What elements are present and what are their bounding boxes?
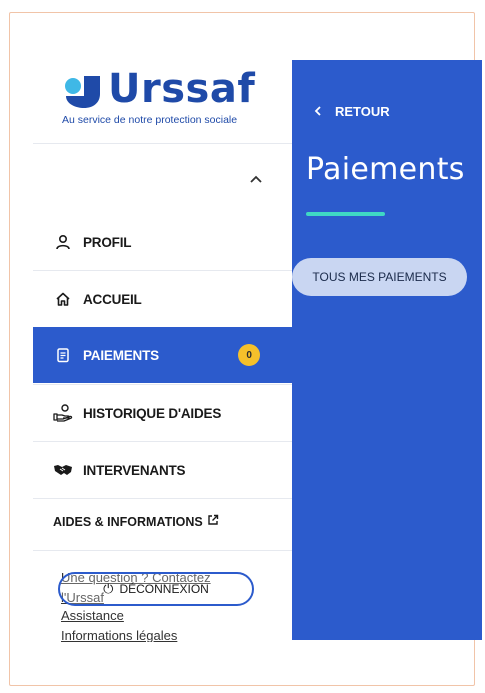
home-icon	[53, 289, 73, 309]
document-icon	[53, 345, 73, 365]
power-icon: ⏻	[103, 581, 114, 596]
logout-button[interactable]: ⏻ DÉCONNEXION	[58, 572, 254, 606]
sidebar-item-accueil[interactable]: ACCUEIL	[33, 271, 292, 327]
sidebar-item-intervenants[interactable]: INTERVENANTS	[33, 442, 292, 498]
chevron-left-icon	[314, 104, 321, 119]
aides-label: AIDES & INFORMATIONS	[53, 514, 203, 529]
sidebar-item-paiements[interactable]: PAIEMENTS 0	[33, 327, 292, 383]
handshake-icon	[53, 460, 73, 480]
count-badge: 0	[238, 344, 260, 366]
urssaf-logo-mark-icon	[65, 76, 100, 108]
sidebar-item-historique-aides[interactable]: HISTORIQUE D'AIDES	[33, 385, 292, 441]
assistance-link[interactable]: Assistance	[61, 606, 221, 626]
informations-legales-link[interactable]: Informations légales	[61, 626, 221, 642]
urssaf-logo[interactable]: Urssaf Au service de notre protection so…	[62, 66, 262, 130]
hand-coin-icon	[53, 403, 73, 423]
submenu-panel: RETOUR Paiements	[292, 60, 482, 640]
sidebar-item-label: PAIEMENTS	[83, 347, 159, 363]
sidebar-item-label: ACCUEIL	[83, 291, 142, 307]
logout-label: DÉCONNEXION	[119, 582, 209, 596]
submenu-item-tous-mes-paiements[interactable]: TOUS MES PAIEMENTS	[292, 258, 467, 296]
sidebar-item-label: INTERVENANTS	[83, 462, 186, 478]
person-icon	[53, 232, 73, 252]
sidebar-item-label: HISTORIQUE D'AIDES	[83, 405, 222, 421]
brand-tagline: Au service de notre protection sociale	[62, 114, 238, 126]
sidebar-item-profil[interactable]: PROFIL	[33, 214, 292, 270]
chevron-up-icon[interactable]	[246, 168, 266, 188]
brand-name: Urssaf	[108, 66, 256, 112]
title-underline	[306, 212, 385, 216]
panel-title: Paiements	[306, 152, 465, 187]
sidebar-item-label: PROFIL	[83, 234, 132, 250]
divider	[33, 550, 292, 551]
divider	[33, 143, 292, 144]
divider	[33, 498, 292, 499]
back-button[interactable]: RETOUR	[314, 104, 390, 119]
aides-informations-link[interactable]: AIDES & INFORMATIONS	[53, 514, 219, 529]
external-link-icon	[207, 514, 219, 529]
back-label: RETOUR	[335, 104, 390, 119]
